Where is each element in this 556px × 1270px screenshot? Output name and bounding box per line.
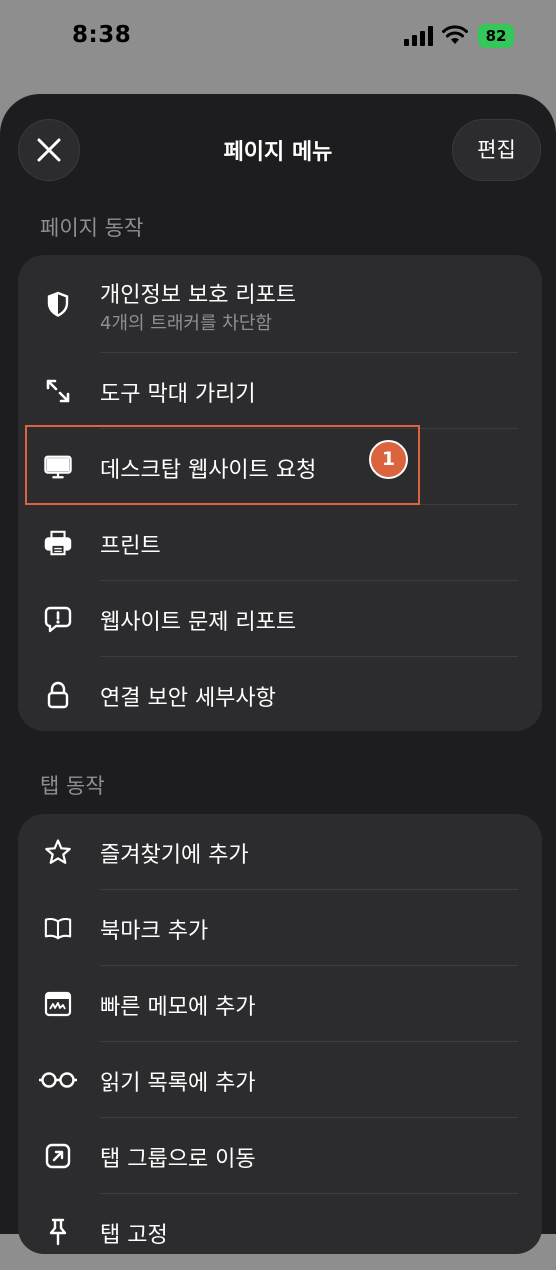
glasses-icon xyxy=(38,1066,78,1094)
battery-indicator: 82 xyxy=(478,24,514,48)
menu-item-label: 북마크 추가 xyxy=(100,919,209,944)
menu-item-move-to-tab-group[interactable]: 탭 그룹으로 이동 xyxy=(18,1118,542,1194)
section-header-tab-actions: 탭 동작 xyxy=(40,774,105,798)
battery-level: 82 xyxy=(485,27,507,45)
cellular-signal-icon xyxy=(404,26,433,46)
report-bubble-icon xyxy=(44,605,72,633)
printer-icon xyxy=(44,529,72,557)
quick-note-icon xyxy=(44,990,72,1018)
menu-item-report-website-issue[interactable]: 웹사이트 문제 리포트 xyxy=(18,581,542,657)
status-bar: 8:38 82 xyxy=(0,0,556,75)
move-to-group-icon xyxy=(44,1142,72,1170)
shield-icon xyxy=(44,290,72,318)
section-header-page-actions: 페이지 동작 xyxy=(40,216,144,240)
edit-button[interactable]: 편집 xyxy=(452,119,541,181)
menu-item-add-to-favorites[interactable]: 즐겨찾기에 추가 xyxy=(18,814,542,890)
menu-item-label: 탭 고정 xyxy=(100,1223,168,1248)
menu-item-add-bookmark[interactable]: 북마크 추가 xyxy=(18,890,542,966)
menu-item-sublabel: 4개의 트래커를 차단함 xyxy=(100,313,272,334)
menu-item-label: 읽기 목록에 추가 xyxy=(100,1071,256,1096)
status-time: 8:38 xyxy=(72,22,132,48)
annotation-badge: 1 xyxy=(369,440,408,479)
lock-icon xyxy=(44,681,72,709)
menu-item-label: 탭 그룹으로 이동 xyxy=(100,1147,256,1172)
menu-item-add-reading-list[interactable]: 읽기 목록에 추가 xyxy=(18,1042,542,1118)
menu-item-label: 연결 보안 세부사항 xyxy=(100,686,276,711)
menu-item-pin-tab[interactable]: 탭 고정 xyxy=(18,1194,542,1270)
book-icon xyxy=(44,914,72,942)
menu-item-connection-security[interactable]: 연결 보안 세부사항 xyxy=(18,657,542,733)
menu-item-label: 프린트 xyxy=(100,534,161,559)
menu-item-label: 도구 막대 가리기 xyxy=(100,382,256,407)
menu-item-label: 빠른 메모에 추가 xyxy=(100,995,256,1020)
menu-item-label: 즐겨찾기에 추가 xyxy=(100,843,249,868)
menu-item-print[interactable]: 프린트 xyxy=(18,505,542,581)
menu-item-label: 개인정보 보호 리포트 xyxy=(100,283,297,308)
menu-item-add-quick-note[interactable]: 빠른 메모에 추가 xyxy=(18,966,542,1042)
wifi-icon xyxy=(442,25,468,44)
menu-item-privacy-report[interactable]: 개인정보 보호 리포트 4개의 트래커를 차단함 xyxy=(18,255,542,353)
menu-item-hide-toolbar[interactable]: 도구 막대 가리기 xyxy=(18,353,542,429)
pin-icon xyxy=(44,1218,72,1246)
annotation-highlight xyxy=(25,425,420,505)
expand-arrows-icon xyxy=(44,377,72,405)
tab-actions-group: 즐겨찾기에 추가 북마크 추가 빠른 메모에 추가 읽기 목록에 추가 탭 그룹… xyxy=(18,814,542,1254)
menu-item-label: 웹사이트 문제 리포트 xyxy=(100,610,297,635)
star-icon xyxy=(44,838,72,866)
